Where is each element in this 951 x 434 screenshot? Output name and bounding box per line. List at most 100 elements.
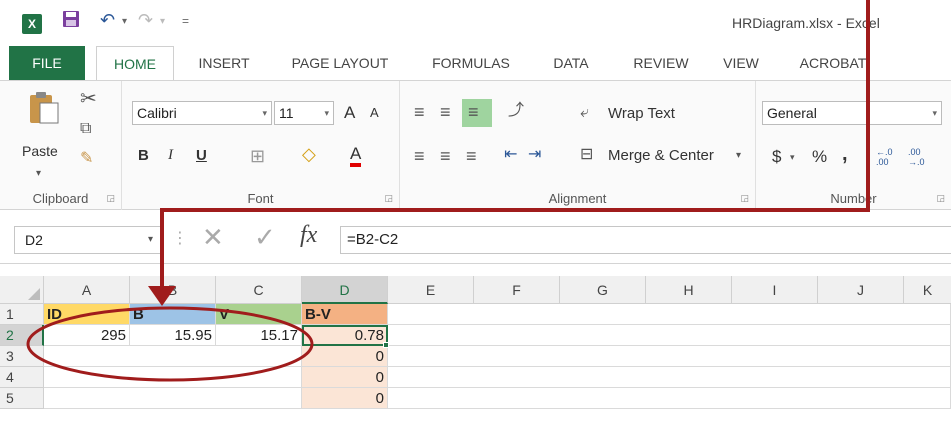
paste-button[interactable]: Paste <box>22 143 58 159</box>
cell-d1[interactable]: B-V <box>302 304 388 325</box>
chevron-down-icon[interactable]: ▾ <box>736 151 741 161</box>
wrap-text-icon[interactable]: ⤶ <box>580 105 589 121</box>
paste-dropdown-icon[interactable]: ▾ <box>36 169 41 179</box>
enter-icon[interactable]: ✓ <box>254 222 276 253</box>
currency-button[interactable]: $ <box>772 147 781 167</box>
column-header-e[interactable]: E <box>388 276 474 304</box>
row-header-1[interactable]: 1 <box>0 304 44 325</box>
cell-a2[interactable]: 295 <box>44 325 130 346</box>
column-header-d[interactable]: D <box>302 276 388 304</box>
empty-cells-row-3-right[interactable] <box>388 346 951 367</box>
row-header-4[interactable]: 4 <box>0 367 44 388</box>
cell-c1[interactable]: V <box>216 304 302 325</box>
cell-d5[interactable]: 0 <box>302 388 388 409</box>
empty-cells-row-1[interactable] <box>388 304 951 325</box>
italic-button[interactable]: I <box>168 147 173 164</box>
number-launcher-icon[interactable]: ◲ <box>936 193 945 204</box>
tab-review[interactable]: REVIEW <box>618 46 704 80</box>
empty-cells-row-4[interactable] <box>44 367 302 388</box>
formula-input[interactable]: =B2-C2 <box>340 226 951 254</box>
cancel-icon[interactable]: ✕ <box>202 222 224 253</box>
clipboard-launcher-icon[interactable]: ◲ <box>106 193 115 204</box>
cell-d2[interactable]: 0.78 <box>302 325 388 346</box>
grow-font-button[interactable]: A <box>344 103 355 123</box>
empty-cells-row-2[interactable] <box>388 325 951 346</box>
row-header-5[interactable]: 5 <box>0 388 44 409</box>
tab-acrobat[interactable]: ACROBAT <box>786 46 880 80</box>
cell-d3[interactable]: 0 <box>302 346 388 367</box>
tab-formulas[interactable]: FORMULAS <box>418 46 524 80</box>
insert-function-button[interactable]: fx <box>300 222 317 249</box>
wrap-text-button[interactable]: Wrap Text <box>608 105 675 122</box>
cell-a1[interactable]: ID <box>44 304 130 325</box>
middle-align-icon[interactable]: ≡ <box>440 103 451 121</box>
column-header-i[interactable]: I <box>732 276 818 304</box>
tab-insert[interactable]: INSERT <box>186 46 262 80</box>
borders-icon[interactable]: ⊞ <box>250 147 265 165</box>
percent-button[interactable]: % <box>812 147 827 167</box>
column-header-f[interactable]: F <box>474 276 560 304</box>
redo-dropdown-icon[interactable]: ▾ <box>160 16 165 27</box>
name-box[interactable]: D2 ▾ <box>14 226 162 254</box>
empty-cells-row-5-right[interactable] <box>388 388 951 409</box>
tab-view[interactable]: VIEW <box>714 46 768 80</box>
orientation-icon[interactable]: ⤴ <box>508 103 524 119</box>
merge-center-button[interactable]: Merge & Center <box>608 147 714 164</box>
number-format-combo[interactable]: General ▾ <box>762 101 942 125</box>
format-painter-icon[interactable]: ✎ <box>80 151 93 167</box>
customize-toolbar-icon[interactable]: = <box>182 14 189 28</box>
empty-cells-row-5[interactable] <box>44 388 302 409</box>
row-header-2[interactable]: 2 <box>0 325 44 346</box>
decrease-indent-icon[interactable]: ⇤ <box>504 147 517 163</box>
merge-center-icon[interactable]: ⊟ <box>580 147 593 163</box>
empty-cells-row-3[interactable] <box>44 346 302 367</box>
more-options-icon[interactable]: ⋮ <box>172 228 188 248</box>
alignment-launcher-icon[interactable]: ◲ <box>740 193 749 204</box>
cell-b2[interactable]: 15.95 <box>130 325 216 346</box>
column-header-h[interactable]: H <box>646 276 732 304</box>
bold-button[interactable]: B <box>138 147 149 164</box>
formula-bar: D2 ▾ ⋮ ✕ ✓ fx =B2-C2 <box>0 214 951 264</box>
column-header-g[interactable]: G <box>560 276 646 304</box>
increase-indent-icon[interactable]: ⇥ <box>528 147 541 163</box>
cell-b1[interactable]: B <box>130 304 216 325</box>
font-size-combo[interactable]: 11 ▾ <box>274 101 334 125</box>
underline-button[interactable]: U <box>196 147 207 164</box>
cut-icon[interactable]: ✂ <box>80 89 97 109</box>
paste-icon[interactable] <box>28 91 60 129</box>
font-color-button[interactable]: A <box>350 145 362 167</box>
redo-icon[interactable]: ↷ <box>138 10 153 31</box>
align-right-icon[interactable]: ≡ <box>466 147 477 165</box>
copy-icon[interactable]: ⧉ <box>80 121 91 137</box>
undo-dropdown-icon[interactable]: ▾ <box>122 16 127 27</box>
save-icon[interactable] <box>62 10 80 33</box>
increase-decimal-button[interactable]: ←.0 .00 <box>876 147 900 167</box>
fill-color-icon[interactable]: ◇ <box>302 145 316 163</box>
align-center-icon[interactable]: ≡ <box>440 147 451 165</box>
chevron-down-icon[interactable]: ▾ <box>790 153 795 162</box>
comma-style-button[interactable]: , <box>842 143 848 166</box>
column-header-k[interactable]: K <box>904 276 951 304</box>
tab-home[interactable]: HOME <box>96 46 174 81</box>
tab-file[interactable]: FILE <box>9 46 85 80</box>
cell-d4[interactable]: 0 <box>302 367 388 388</box>
empty-cells-row-4-right[interactable] <box>388 367 951 388</box>
column-header-c[interactable]: C <box>216 276 302 304</box>
tab-page-layout[interactable]: PAGE LAYOUT <box>278 46 402 80</box>
undo-icon[interactable]: ↶ <box>100 10 115 31</box>
bottom-align-icon[interactable]: ≡ <box>462 99 492 127</box>
column-header-j[interactable]: J <box>818 276 904 304</box>
shrink-font-button[interactable]: A <box>370 105 379 120</box>
column-header-a[interactable]: A <box>44 276 130 304</box>
row-header-3[interactable]: 3 <box>0 346 44 367</box>
tab-data[interactable]: DATA <box>540 46 602 80</box>
align-left-icon[interactable]: ≡ <box>414 147 425 165</box>
font-name-combo[interactable]: Calibri ▾ <box>132 101 272 125</box>
select-all-button[interactable] <box>0 276 44 304</box>
decrease-decimal-button[interactable]: .00 →.0 <box>908 147 932 167</box>
column-header-b[interactable]: B <box>130 276 216 304</box>
font-launcher-icon[interactable]: ◲ <box>384 193 393 204</box>
top-align-icon[interactable]: ≡ <box>414 103 425 121</box>
fill-handle[interactable] <box>383 342 389 348</box>
cell-c2[interactable]: 15.17 <box>216 325 302 346</box>
